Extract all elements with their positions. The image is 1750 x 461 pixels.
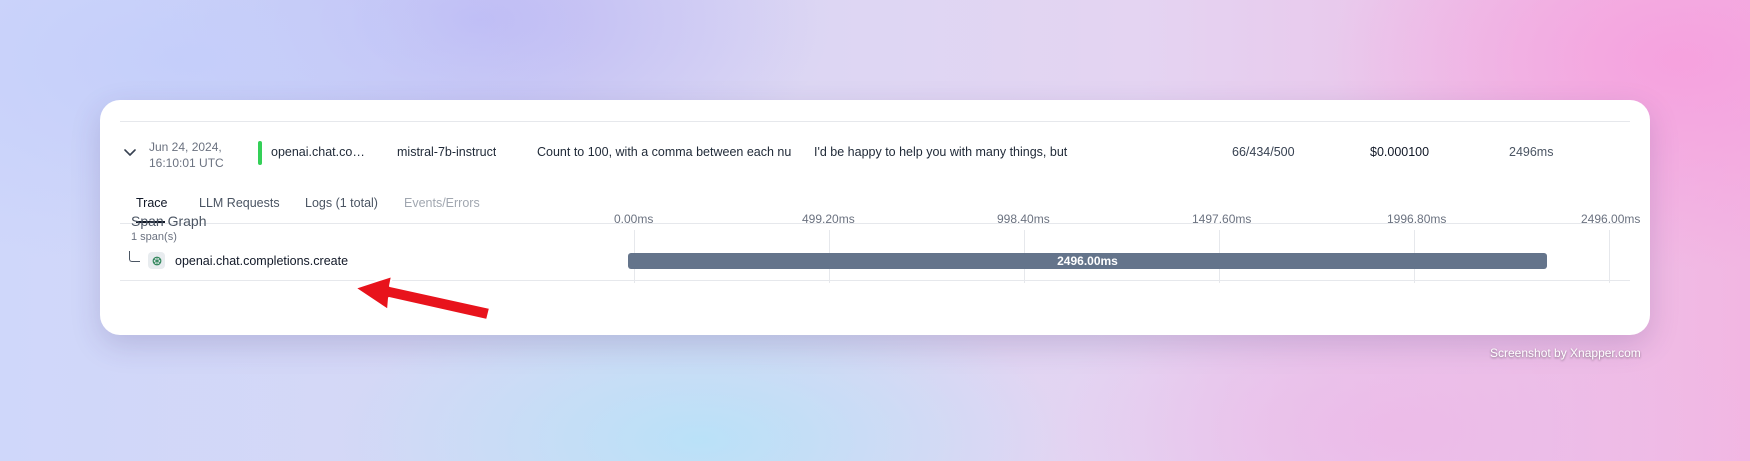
divider bbox=[120, 280, 1630, 281]
axis-tick: 0.00ms bbox=[614, 212, 654, 226]
screenshot-credit: Screenshot by Xnapper.com bbox=[1490, 346, 1641, 360]
axis-tick: 2496.00ms bbox=[1581, 212, 1641, 226]
tree-connector-icon bbox=[129, 251, 140, 262]
span-name[interactable]: openai.chat.completions.create bbox=[175, 254, 348, 268]
trace-latency: 2496ms bbox=[1509, 145, 1554, 159]
trace-response: I'd be happy to help you with many thing… bbox=[814, 145, 1069, 159]
trace-timestamp: Jun 24, 2024, 16:10:01 UTC bbox=[149, 139, 224, 171]
status-indicator bbox=[258, 141, 262, 165]
span-graph-title: Span Graph bbox=[131, 213, 207, 229]
trace-date: Jun 24, 2024, bbox=[149, 140, 222, 154]
axis-tick: 998.40ms bbox=[997, 212, 1050, 226]
axis-tick: 1497.60ms bbox=[1192, 212, 1252, 226]
annotation-arrow-icon bbox=[354, 275, 491, 321]
span-duration-bar[interactable]: 2496.00ms bbox=[628, 253, 1547, 269]
grid-line bbox=[1609, 230, 1610, 283]
tab-logs[interactable]: Logs (1 total) bbox=[305, 196, 378, 210]
trace-tokens: 66/434/500 bbox=[1232, 145, 1295, 159]
span-count: 1 span(s) bbox=[131, 231, 177, 243]
tab-llm-requests[interactable]: LLM Requests bbox=[199, 196, 280, 210]
axis-tick: 499.20ms bbox=[802, 212, 855, 226]
trace-time: 16:10:01 UTC bbox=[149, 156, 224, 170]
trace-card: Jun 24, 2024, 16:10:01 UTC openai.chat.c… bbox=[100, 100, 1650, 335]
trace-row[interactable]: Jun 24, 2024, 16:10:01 UTC openai.chat.c… bbox=[100, 122, 1650, 184]
trace-prompt: Count to 100, with a comma between each … bbox=[537, 145, 791, 159]
chevron-down-icon[interactable] bbox=[122, 144, 138, 160]
tab-trace[interactable]: Trace bbox=[136, 196, 168, 210]
trace-cost: $0.000100 bbox=[1370, 145, 1430, 159]
openai-icon bbox=[148, 252, 165, 269]
axis-tick: 1996.80ms bbox=[1387, 212, 1447, 226]
tab-events-errors: Events/Errors bbox=[404, 196, 480, 210]
trace-name: openai.chat.completions.create bbox=[271, 145, 371, 159]
trace-model: mistral-7b-instruct bbox=[397, 145, 497, 159]
